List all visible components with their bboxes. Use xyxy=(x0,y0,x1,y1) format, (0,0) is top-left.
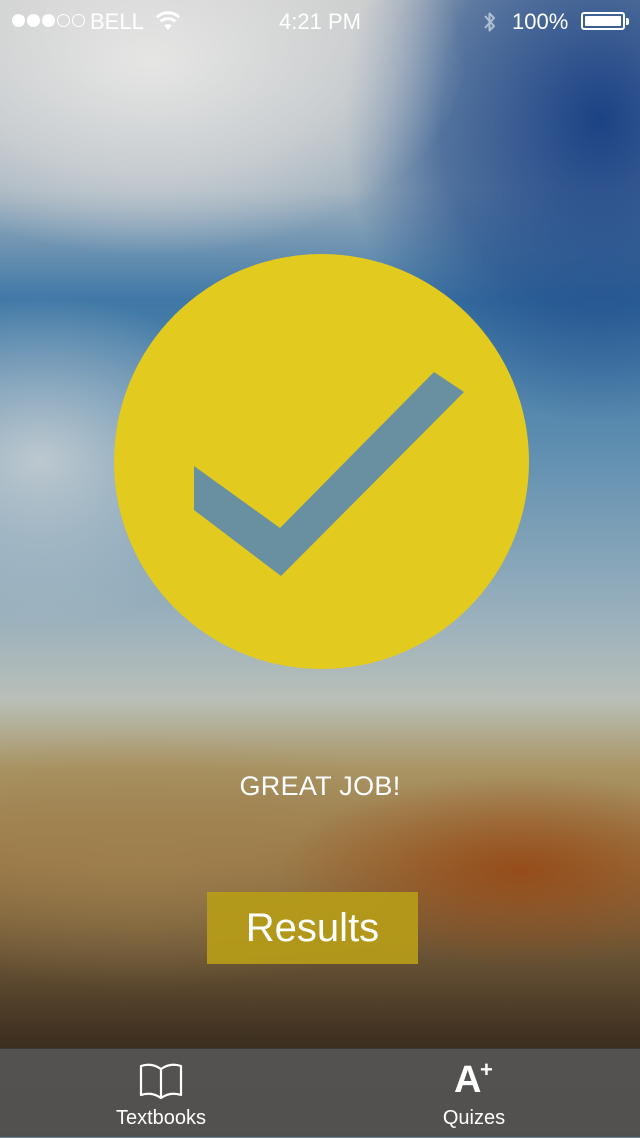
bluetooth-icon xyxy=(484,12,495,32)
a-plus-letter: A xyxy=(454,1059,482,1101)
battery-percent: 100% xyxy=(512,9,569,34)
tab-bar: Textbooks A + Quizes xyxy=(0,1048,640,1137)
battery-level-fill xyxy=(585,16,621,26)
results-button[interactable]: Results xyxy=(207,892,418,964)
result-message: GREAT JOB! xyxy=(239,771,401,801)
tab-quizes[interactable]: A + Quizes xyxy=(374,1049,574,1138)
success-circle xyxy=(114,254,529,669)
battery-nub xyxy=(626,18,629,25)
a-plus-icon: A + xyxy=(454,1057,498,1101)
success-badge xyxy=(114,254,529,669)
battery-icon xyxy=(581,12,629,30)
tab-textbooks[interactable]: Textbooks xyxy=(61,1049,261,1138)
a-plus-superscript: + xyxy=(480,1057,493,1082)
status-bar: BELL 4:21 PM 100% xyxy=(0,0,640,40)
tab-label: Quizes xyxy=(442,1107,506,1129)
open-book-icon xyxy=(139,1063,183,1100)
tab-label: Textbooks xyxy=(115,1107,207,1129)
